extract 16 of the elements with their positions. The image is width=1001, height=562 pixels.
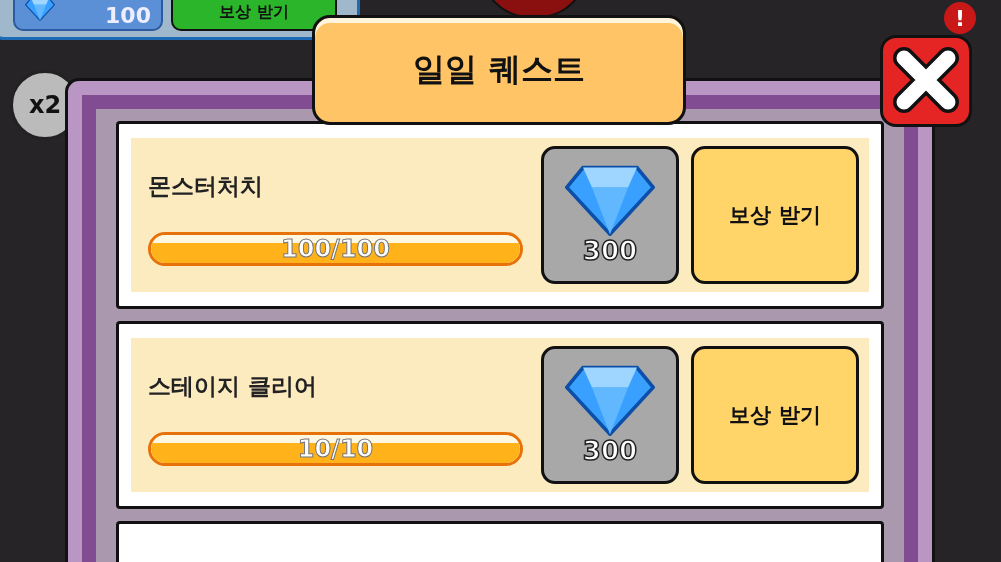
- claim-reward-button[interactable]: 보상 받기: [691, 146, 859, 284]
- claim-reward-button[interactable]: 보상 받기: [171, 0, 337, 31]
- progress-text: 10/10: [296, 434, 375, 463]
- progress-text: 100/100: [280, 234, 391, 263]
- claim-reward-button[interactable]: 보상 받기: [691, 346, 859, 484]
- reward-amount: 300: [582, 236, 638, 266]
- gem-count: 100: [105, 2, 151, 28]
- quest-name: 스테이지 클리어: [148, 371, 318, 401]
- alert-badge: !: [944, 2, 976, 34]
- diamond-icon: [565, 164, 655, 236]
- diamond-icon: [565, 364, 655, 436]
- close-button[interactable]: [880, 35, 972, 127]
- quest-name: 몬스터처치: [148, 171, 264, 201]
- popup-title: 일일 퀘스트: [312, 15, 686, 125]
- reward-amount: 300: [582, 436, 638, 466]
- diamond-icon: [25, 0, 55, 21]
